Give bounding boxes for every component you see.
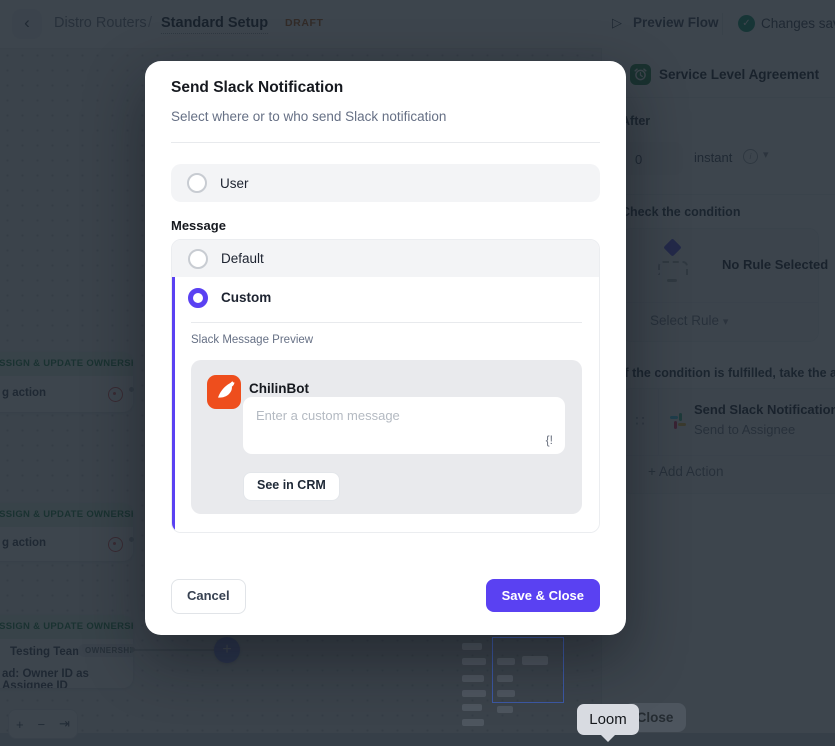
default-option-label: Default — [221, 251, 264, 266]
save-and-close-button[interactable]: Save & Close — [485, 579, 600, 612]
custom-message-section: Custom Slack Message Preview ChilinBot {… — [172, 277, 599, 532]
user-option-label: User — [220, 175, 249, 191]
message-option-custom[interactable]: Custom — [175, 277, 599, 318]
skeleton-bar — [462, 658, 486, 665]
skeleton-bar — [462, 675, 484, 682]
radio-unchecked-icon[interactable] — [187, 173, 207, 193]
custom-message-input[interactable] — [243, 397, 565, 454]
message-options-container: Default Custom Slack Message Preview Chi… — [171, 239, 600, 533]
radio-checked-icon[interactable] — [188, 287, 208, 308]
skeleton-bar — [462, 690, 486, 697]
insert-variable-icon[interactable]: {! — [546, 433, 553, 447]
message-option-default[interactable]: Default — [172, 240, 599, 277]
divider — [191, 322, 582, 323]
bot-name: ChilinBot — [249, 381, 309, 396]
highlight-rectangle — [492, 637, 564, 703]
skeleton-bar — [497, 706, 513, 713]
custom-option-label: Custom — [221, 290, 272, 305]
loom-tooltip: Loom — [577, 704, 639, 742]
radio-unchecked-icon[interactable] — [188, 248, 208, 269]
recipient-option-user[interactable]: User — [171, 164, 600, 202]
divider — [171, 142, 600, 143]
slack-preview-label: Slack Message Preview — [191, 334, 314, 346]
cancel-button[interactable]: Cancel — [171, 579, 246, 614]
skeleton-bar — [462, 704, 482, 711]
slack-message-preview: ChilinBot {! See in CRM — [191, 360, 582, 514]
message-section-label: Message — [171, 218, 226, 233]
custom-message-box: {! — [243, 397, 565, 454]
modal-subtitle: Select where or to who send Slack notifi… — [171, 109, 447, 124]
modal-title: Send Slack Notification — [171, 79, 344, 96]
chilinbot-avatar — [207, 375, 241, 409]
send-slack-notification-modal: Send Slack Notification Select where or … — [145, 61, 626, 635]
skeleton-bar — [462, 643, 482, 650]
skeleton-bar — [462, 719, 484, 726]
see-in-crm-button[interactable]: See in CRM — [243, 472, 340, 501]
